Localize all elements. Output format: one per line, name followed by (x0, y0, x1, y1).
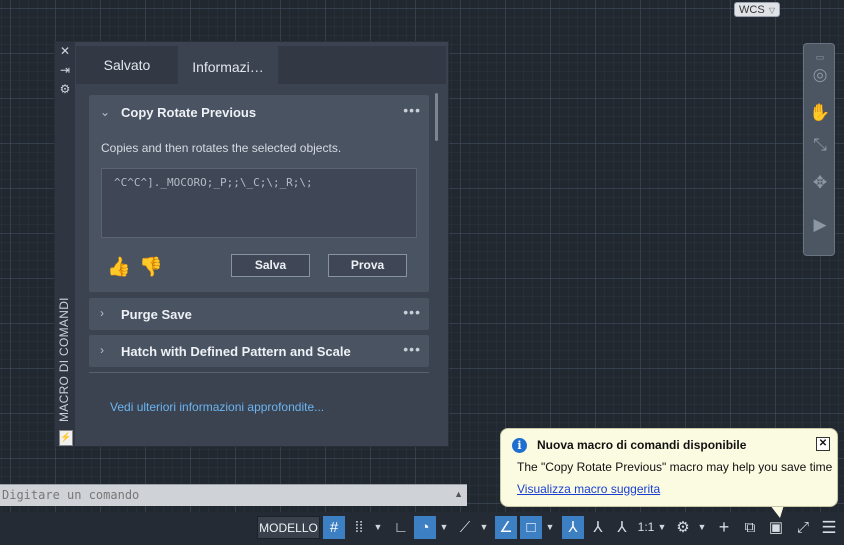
more-options-icon[interactable]: ••• (403, 304, 421, 320)
wcs-indicator[interactable]: WCS ▽ (734, 2, 780, 17)
isodraft-icon[interactable]: ⟋ (454, 516, 476, 539)
divider (89, 372, 429, 373)
command-line[interactable]: Digitare un comando ▲ (0, 484, 467, 506)
autoscale-icon[interactable]: ⅄ (587, 516, 609, 539)
pan-hand-icon[interactable]: ✋ (809, 102, 831, 124)
learn-more-link[interactable]: Vedi ulteriori informazioni approfondite… (110, 400, 324, 414)
palette-title: MACRO DI COMANDI (57, 297, 71, 422)
tab-information[interactable]: Informazi… (178, 46, 278, 86)
isolate-objects-icon[interactable]: ⧉ (739, 516, 761, 539)
macro-title[interactable]: Purge Save (121, 307, 192, 322)
polar-tracking-icon[interactable]: ◔ (414, 516, 436, 539)
save-button[interactable]: Salva (231, 254, 310, 277)
navigation-bar: ▭ ◎ ✋ ⤡ ✥ ▶ (803, 43, 835, 256)
fullscreen-icon[interactable]: ⤢ (792, 516, 814, 539)
command-input[interactable]: Digitare un comando (2, 488, 139, 502)
macro-card-hatch-defined[interactable]: › Hatch with Defined Pattern and Scale •… (89, 335, 429, 367)
history-arrow-icon[interactable]: ▲ (454, 489, 463, 499)
macro-title[interactable]: Hatch with Defined Pattern and Scale (121, 344, 351, 359)
try-button[interactable]: Prova (328, 254, 407, 277)
chevron-right-icon[interactable]: › (100, 343, 104, 357)
orbit-icon[interactable]: ✥ (809, 172, 831, 194)
workspace-gear-icon[interactable]: ⚙ (672, 516, 694, 539)
thumbs-down-icon[interactable]: 👎 (139, 255, 163, 279)
notification-title: Nuova macro di comandi disponibile (537, 438, 747, 452)
info-icon: i (512, 438, 527, 453)
model-space-button[interactable]: MODELLO (257, 516, 320, 539)
macro-notification: i Nuova macro di comandi disponibile ✕ T… (500, 428, 838, 507)
chevron-down-icon[interactable]: ▼ (372, 516, 384, 539)
macro-card-copy-rotate-previous: ⌄ Copy Rotate Previous ••• Copies and th… (89, 95, 429, 292)
annotation-visibility-icon[interactable]: ⅄ (562, 516, 584, 539)
chevron-right-icon[interactable]: › (100, 306, 104, 320)
palette-tabs: Salvato Informazi… (76, 46, 446, 86)
chevron-down-icon[interactable]: ▼ (478, 516, 490, 539)
close-button[interactable]: ✕ (816, 437, 830, 451)
grid-icon[interactable]: # (323, 516, 345, 539)
steering-wheel-icon[interactable]: ◎ (809, 64, 831, 86)
status-bar: MODELLO # ⁞⁞ ▼ ∟ ◔ ▼ ⟋ ▼ ∠ □ ▼ ⅄ ⅄ ⅄ 1:1… (0, 512, 844, 545)
macro-notification-icon[interactable]: ▣ (765, 516, 787, 539)
chevron-down-icon: ▽ (768, 6, 775, 15)
showmotion-icon[interactable]: ▶ (809, 214, 831, 236)
object-snap-icon[interactable]: □ (520, 516, 542, 539)
macro-description: Copies and then rotates the selected obj… (101, 141, 342, 155)
macro-flash-icon[interactable]: ⚡ (59, 430, 73, 446)
scale-label[interactable]: 1:1 (636, 516, 656, 539)
more-options-icon[interactable]: ••• (403, 341, 421, 357)
autohide-icon[interactable]: ⇥ (58, 63, 72, 77)
chevron-down-icon[interactable]: ▼ (438, 516, 450, 539)
chevron-down-icon[interactable]: ▼ (656, 516, 668, 539)
macro-card-purge-save[interactable]: › Purge Save ••• (89, 298, 429, 330)
chevron-down-icon[interactable]: ▼ (544, 516, 556, 539)
annotation-scale-icon[interactable]: ⅄ (611, 516, 633, 539)
menu-icon[interactable]: ☰ (818, 516, 840, 539)
palette-content: ⌄ Copy Rotate Previous ••• Copies and th… (76, 84, 446, 444)
notification-body: The "Copy Rotate Previous" macro may hel… (517, 460, 833, 474)
annotation-monitor-icon[interactable]: + (713, 516, 735, 539)
zoom-extents-icon[interactable]: ⤡ (809, 134, 831, 156)
close-icon[interactable]: ✕ (58, 44, 72, 58)
snap-icon[interactable]: ⁞⁞ (348, 516, 370, 539)
more-options-icon[interactable]: ••• (403, 102, 421, 118)
macro-code-field[interactable]: ^C^C^]._MOCORO;_P;;\_C;\;_R;\; (101, 168, 417, 238)
tab-saved[interactable]: Salvato (76, 46, 178, 84)
properties-gear-icon[interactable]: ⚙ (58, 82, 72, 96)
object-snap-tracking-icon[interactable]: ∠ (495, 516, 517, 539)
macro-title[interactable]: Copy Rotate Previous (121, 105, 256, 120)
chevron-down-icon[interactable]: ⌄ (100, 105, 110, 119)
wcs-label: WCS (739, 4, 765, 16)
chevron-down-icon[interactable]: ▼ (696, 516, 708, 539)
thumbs-up-icon[interactable]: 👍 (107, 255, 131, 279)
scrollbar[interactable] (435, 93, 438, 141)
palette-side-strip: ✕ ⇥ ⚙ MACRO DI COMANDI ⚡ (55, 42, 75, 446)
ortho-icon[interactable]: ∟ (390, 516, 412, 539)
view-suggested-macro-link[interactable]: Visualizza macro suggerita (517, 482, 660, 496)
